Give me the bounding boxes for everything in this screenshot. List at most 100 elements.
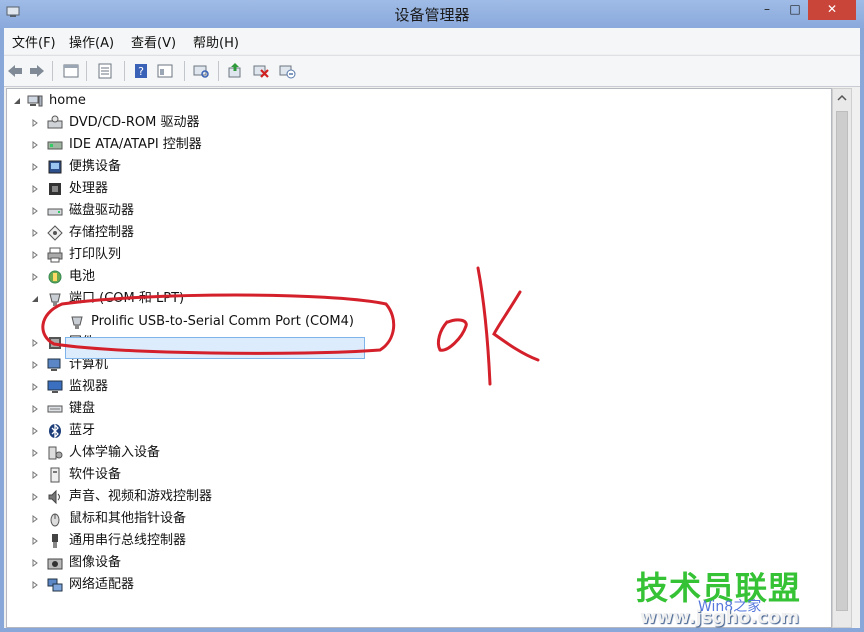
tree-item[interactable]: 蓝牙 [31, 421, 431, 441]
disk-drive-icon [47, 208, 63, 216]
scroll-up-icon[interactable] [837, 93, 847, 103]
tree-item[interactable]: 网络适配器 [31, 575, 431, 595]
keyboard-icon [47, 405, 63, 413]
show-hide-tree-icon[interactable] [96, 62, 114, 80]
properties-icon[interactable] [62, 62, 80, 80]
tree-item[interactable]: 通用串行总线控制器 [31, 531, 431, 551]
tree-item-label: 存储控制器 [69, 225, 135, 240]
hid-icon [48, 446, 63, 460]
collapsed-arrow-icon[interactable] [31, 119, 39, 127]
tree-item-label: 端口 (COM 和 LPT) [69, 291, 185, 306]
tree-child-label: Prolific USB-to-Serial Comm Port (COM4) [91, 314, 354, 329]
tree-item-label: 监视器 [69, 379, 109, 394]
toolbar-separator [52, 61, 53, 81]
collapsed-arrow-icon[interactable] [31, 361, 39, 369]
collapsed-arrow-icon[interactable] [31, 229, 39, 237]
bluetooth-icon [49, 423, 61, 439]
monitor-icon [47, 380, 63, 393]
collapsed-arrow-icon[interactable] [31, 207, 39, 215]
scan-hardware-icon[interactable] [192, 62, 210, 80]
collapsed-arrow-icon[interactable] [31, 493, 39, 501]
collapsed-arrow-icon[interactable] [31, 273, 39, 281]
collapsed-arrow-icon[interactable] [31, 559, 39, 567]
disable-icon[interactable] [278, 62, 296, 80]
dvd-drive-icon [47, 115, 63, 129]
menu-action[interactable]: 操作(A) [66, 32, 117, 51]
menu-help[interactable]: 帮助(H) [190, 32, 242, 51]
mouse-icon [50, 513, 60, 527]
collapsed-arrow-icon[interactable] [31, 471, 39, 479]
tree-item[interactable]: DVD/CD-ROM 驱动器 [31, 113, 431, 133]
maximize-button[interactable]: □ [780, 0, 810, 20]
toolbar-separator [184, 61, 185, 81]
usb-icon [52, 534, 58, 548]
tree-child-item[interactable]: Prolific USB-to-Serial Comm Port (COM4) [49, 312, 369, 332]
battery-icon [48, 270, 62, 284]
tree-item[interactable]: 电池 [31, 267, 431, 287]
software-device-icon [50, 467, 60, 483]
tree-item-label: 软件设备 [69, 467, 122, 482]
collapsed-arrow-icon[interactable] [31, 339, 39, 347]
help-icon[interactable]: ? [132, 62, 150, 80]
ide-controller-icon [47, 141, 63, 150]
tree-item[interactable]: 端口 (COM 和 LPT) [31, 289, 431, 309]
collapsed-arrow-icon[interactable] [31, 537, 39, 545]
collapsed-arrow-icon[interactable] [31, 141, 39, 149]
menu-view[interactable]: 查看(V) [128, 32, 179, 51]
tree-item[interactable]: IDE ATA/ATAPI 控制器 [31, 135, 431, 155]
collapsed-arrow-icon[interactable] [31, 251, 39, 259]
collapsed-arrow-icon[interactable] [31, 581, 39, 589]
expanded-arrow-icon[interactable] [13, 97, 21, 105]
tree-item[interactable]: 键盘 [31, 399, 431, 419]
tree-item-label: 蓝牙 [69, 423, 96, 438]
menu-bar: 文件(F) 操作(A) 查看(V) 帮助(H) [4, 28, 860, 54]
collapsed-arrow-icon[interactable] [31, 383, 39, 391]
tree-root[interactable]: home [13, 91, 313, 111]
expanded-arrow-icon[interactable] [31, 295, 39, 303]
collapsed-arrow-icon[interactable] [31, 515, 39, 523]
minimize-button[interactable]: – [752, 0, 782, 20]
update-driver-icon[interactable] [226, 62, 244, 80]
menu-file[interactable]: 文件(F) [9, 32, 59, 51]
collapsed-arrow-icon[interactable] [31, 185, 39, 193]
tree-item[interactable]: 打印队列 [31, 245, 431, 265]
tree-item[interactable]: 便携设备 [31, 157, 431, 177]
tree-item[interactable]: 人体学输入设备 [31, 443, 431, 463]
tree-item[interactable]: 磁盘驱动器 [31, 201, 431, 221]
window-title: 设备管理器 [394, 6, 470, 24]
tree-item-label: DVD/CD-ROM 驱动器 [69, 115, 200, 130]
vertical-scrollbar[interactable] [832, 88, 852, 628]
collapsed-arrow-icon[interactable] [31, 427, 39, 435]
tree-item-label: 电池 [69, 269, 96, 284]
collapsed-arrow-icon[interactable] [31, 405, 39, 413]
device-manager-window: 设备管理器 – □ ✕ 文件(F) 操作(A) 查看(V) 帮助(H) ? ho… [0, 0, 864, 632]
tree-item[interactable]: 软件设备 [31, 465, 431, 485]
close-button[interactable]: ✕ [808, 0, 856, 20]
tree-item[interactable]: 处理器 [31, 179, 431, 199]
scroll-thumb[interactable] [836, 111, 848, 611]
title-bar[interactable]: 设备管理器 – □ ✕ [0, 0, 864, 28]
tree-item[interactable]: 图像设备 [31, 553, 431, 573]
device-tree[interactable]: home DVD/CD-ROM 驱动器 IDE ATA/ATAPI 控制器 便携设备… [6, 88, 832, 628]
view-icon[interactable] [156, 62, 174, 80]
sound-icon [48, 489, 60, 505]
collapsed-arrow-icon[interactable] [31, 163, 39, 171]
tree-item[interactable]: 监视器 [31, 377, 431, 397]
toolbar-separator [124, 61, 125, 81]
selected-device-highlight [65, 337, 365, 359]
tree-item-label: 便携设备 [69, 159, 122, 174]
tree-item-label: 磁盘驱动器 [69, 203, 135, 218]
tree-item-label: IDE ATA/ATAPI 控制器 [69, 137, 202, 152]
toolbar-separator [86, 61, 87, 81]
collapsed-arrow-icon[interactable] [31, 449, 39, 457]
tree-item-label: 键盘 [69, 401, 96, 416]
back-icon[interactable] [6, 62, 24, 80]
watermark-url: www.jsgho.com [640, 607, 800, 628]
tree-item[interactable]: 声音、视频和游戏控制器 [31, 487, 431, 507]
forward-icon[interactable] [28, 62, 46, 80]
tree-item[interactable]: 鼠标和其他指针设备 [31, 509, 431, 529]
tree-item[interactable]: 存储控制器 [31, 223, 431, 243]
uninstall-icon[interactable] [252, 62, 270, 80]
tree-item-label: 图像设备 [69, 555, 122, 570]
tree-item-label: 声音、视频和游戏控制器 [69, 489, 213, 504]
